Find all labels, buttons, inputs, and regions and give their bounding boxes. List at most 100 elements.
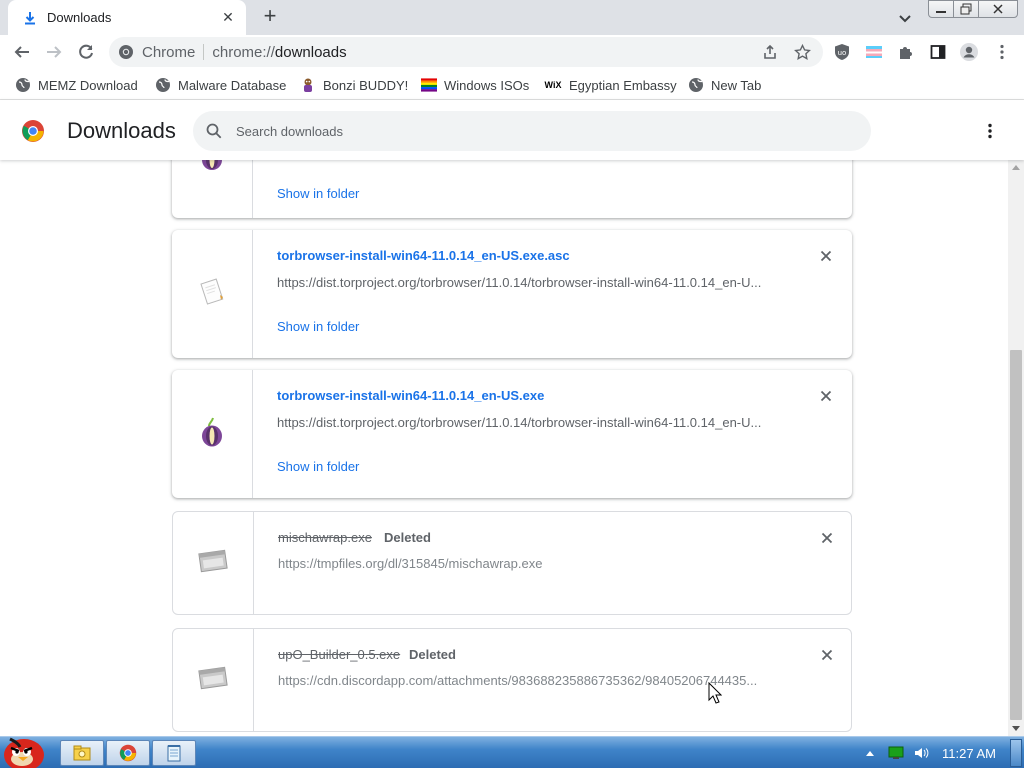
bookmark-label: Bonzi BUDDY! bbox=[323, 77, 409, 93]
download-filename-link[interactable]: torbrowser-install-win64-11.0.14_en-US.e… bbox=[277, 388, 544, 403]
bonzi-icon bbox=[300, 77, 316, 93]
search-icon bbox=[205, 122, 223, 140]
site-scheme-label: Chrome bbox=[142, 43, 196, 61]
url-path: downloads bbox=[274, 43, 347, 61]
taskbar-notepad-button[interactable] bbox=[152, 740, 196, 766]
bookmark-windows-isos[interactable]: Windows ISOs bbox=[421, 75, 529, 95]
rainbow-flag-icon bbox=[421, 77, 437, 93]
search-input[interactable] bbox=[236, 123, 836, 139]
download-url[interactable]: https://dist.torproject.org/torbrowser/1… bbox=[277, 275, 777, 290]
download-card-deleted: upO_Builder_0.5.exe Deleted https://cdn.… bbox=[172, 628, 852, 732]
download-icon-column bbox=[172, 160, 253, 218]
browser-menu-icon[interactable] bbox=[992, 42, 1012, 62]
extensions-puzzle-icon[interactable] bbox=[896, 42, 916, 62]
exe-file-icon bbox=[197, 664, 229, 697]
download-filename: upO_Builder_0.5.exe bbox=[278, 647, 401, 662]
bookmark-memz-download[interactable]: MEMZ Download bbox=[15, 75, 138, 95]
downloads-header: Downloads bbox=[0, 100, 1024, 160]
scroll-down-arrow-icon[interactable] bbox=[1012, 726, 1020, 731]
share-icon[interactable] bbox=[761, 43, 779, 61]
tor-onion-icon bbox=[200, 416, 224, 453]
search-bar[interactable] bbox=[193, 111, 871, 151]
document-icon bbox=[196, 276, 228, 313]
side-panel-icon[interactable] bbox=[928, 42, 948, 62]
deleted-status-label: Deleted bbox=[409, 647, 456, 662]
bookmark-star-icon[interactable] bbox=[793, 43, 811, 61]
taskbar-explorer-button[interactable] bbox=[60, 740, 104, 766]
bookmark-malware-database[interactable]: Malware Database bbox=[155, 75, 286, 95]
more-actions-icon[interactable] bbox=[980, 120, 1000, 142]
svg-text:uo: uo bbox=[838, 49, 847, 57]
profile-avatar-icon[interactable] bbox=[959, 42, 979, 62]
bookmark-label: MEMZ Download bbox=[38, 77, 138, 93]
bookmark-egyptian-embassy[interactable]: WiX Egyptian Embassy bbox=[544, 75, 677, 95]
ublock-icon[interactable]: uo bbox=[832, 42, 852, 62]
url-host: chrome:// bbox=[212, 43, 275, 61]
show-in-folder-link[interactable]: Show in folder bbox=[277, 319, 359, 334]
bookmark-bonzi-buddy[interactable]: Bonzi BUDDY! bbox=[300, 75, 408, 95]
download-filename: mischawrap.exe bbox=[278, 530, 372, 545]
chrome-site-icon bbox=[118, 44, 134, 60]
download-icon bbox=[22, 10, 38, 26]
vertical-scrollbar[interactable] bbox=[1008, 160, 1024, 736]
download-url[interactable]: https://dist.torproject.org/torbrowser/1… bbox=[277, 415, 777, 430]
download-icon-column bbox=[173, 629, 254, 731]
restore-button[interactable] bbox=[953, 0, 979, 18]
exe-file-icon bbox=[197, 547, 229, 580]
network-icon[interactable] bbox=[888, 745, 904, 761]
download-icon-column bbox=[172, 230, 253, 358]
bookmark-label: New Tab bbox=[711, 77, 762, 93]
download-url[interactable]: https://cdn.discordapp.com/attachments/9… bbox=[278, 673, 778, 688]
download-card-deleted: mischawrap.exe Deleted https://tmpfiles.… bbox=[172, 511, 852, 615]
scrollbar-thumb[interactable] bbox=[1010, 350, 1022, 720]
remove-close-icon[interactable] bbox=[817, 247, 835, 265]
download-icon-column bbox=[173, 512, 254, 614]
minimize-button[interactable] bbox=[928, 0, 954, 18]
new-tab-button[interactable]: + bbox=[259, 5, 281, 28]
tab-strip: Downloads ✕ + bbox=[0, 0, 1024, 35]
download-filename-link[interactable]: torbrowser-install-win64-11.0.14_en-US.e… bbox=[277, 248, 570, 263]
omnibox-separator bbox=[203, 44, 205, 60]
bookmark-label: Egyptian Embassy bbox=[569, 77, 677, 93]
taskbar-chrome-button[interactable] bbox=[106, 740, 150, 766]
download-card: torbrowser-install-win64-11.0.14_en-US.e… bbox=[172, 230, 852, 358]
bookmark-label: Windows ISOs bbox=[444, 77, 530, 93]
page-title: Downloads bbox=[67, 118, 176, 143]
tab-close-icon[interactable]: ✕ bbox=[220, 9, 236, 26]
show-desktop-button[interactable] bbox=[1010, 739, 1022, 767]
tor-onion-icon bbox=[200, 160, 224, 176]
wix-icon: WiX bbox=[544, 80, 562, 90]
globe-icon bbox=[155, 77, 171, 93]
url-text: chrome://downloads bbox=[212, 44, 346, 61]
remove-close-icon[interactable] bbox=[818, 646, 836, 664]
reload-icon[interactable] bbox=[75, 41, 97, 63]
close-window-button[interactable] bbox=[978, 0, 1018, 18]
start-button-angry-bird-icon[interactable] bbox=[0, 731, 52, 768]
downloads-list: Show in folder torbrowser-install-win64-… bbox=[0, 160, 1008, 736]
mouse-cursor-icon bbox=[708, 681, 723, 704]
bookmark-label: Malware Database bbox=[178, 77, 287, 93]
remove-close-icon[interactable] bbox=[818, 529, 836, 547]
scroll-up-arrow-icon[interactable] bbox=[1012, 165, 1020, 170]
show-in-folder-link[interactable]: Show in folder bbox=[277, 186, 359, 201]
remove-close-icon[interactable] bbox=[817, 387, 835, 405]
globe-icon bbox=[688, 77, 704, 93]
tab-downloads[interactable]: Downloads ✕ bbox=[8, 0, 246, 35]
bookmarks-bar: MEMZ Download Malware Database Bonzi BUD… bbox=[0, 69, 1024, 100]
trans-flag-extension-icon[interactable] bbox=[864, 42, 884, 62]
tab-search-icon[interactable] bbox=[895, 8, 915, 28]
volume-speaker-icon[interactable] bbox=[914, 745, 930, 761]
show-in-folder-link[interactable]: Show in folder bbox=[277, 459, 359, 474]
taskbar: 11:27 AM bbox=[0, 736, 1024, 768]
deleted-status-label: Deleted bbox=[384, 530, 431, 545]
taskbar-clock[interactable]: 11:27 AM bbox=[942, 746, 996, 761]
forward-arrow-icon[interactable] bbox=[43, 41, 65, 63]
download-url[interactable]: https://tmpfiles.org/dl/315845/mischawra… bbox=[278, 556, 778, 571]
show-hidden-icons-arrow-icon[interactable] bbox=[862, 745, 878, 761]
download-card: torbrowser-install-win64-11.0.14_en-US.e… bbox=[172, 370, 852, 498]
toolbar: Chrome chrome://downloads uo bbox=[0, 35, 1024, 69]
back-arrow-icon[interactable] bbox=[11, 41, 33, 63]
download-card: Show in folder bbox=[172, 160, 852, 218]
address-bar[interactable]: Chrome chrome://downloads bbox=[109, 37, 823, 67]
bookmark-new-tab[interactable]: New Tab bbox=[688, 75, 761, 95]
